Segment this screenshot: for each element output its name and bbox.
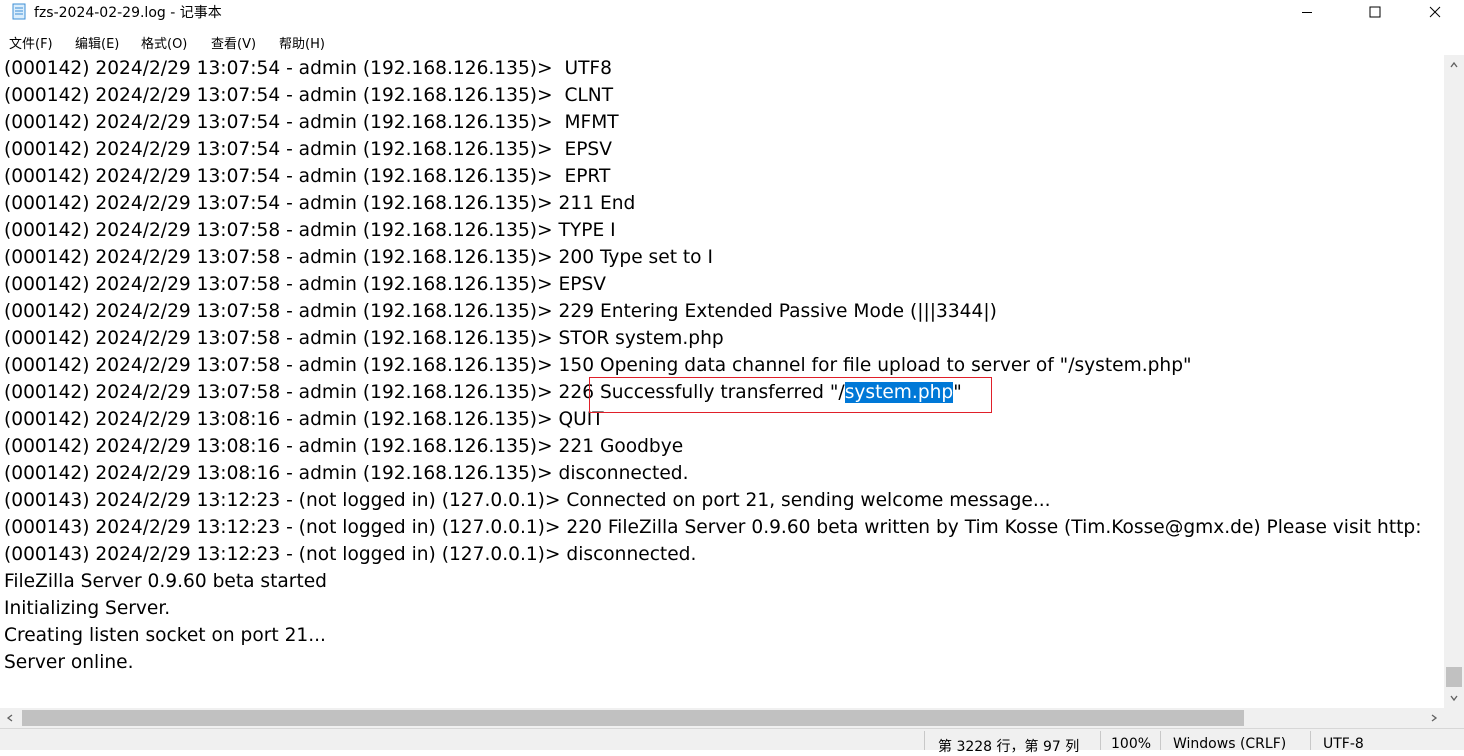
log-line: (000142) 2024/2/29 13:07:58 - admin (192…: [4, 220, 616, 241]
log-line: (000143) 2024/2/29 13:12:23 - (not logge…: [4, 517, 1422, 538]
text-editor[interactable]: (000142) 2024/2/29 13:07:54 - admin (192…: [0, 55, 1444, 708]
menu-help[interactable]: 帮助(H): [279, 33, 325, 52]
log-line: (000142) 2024/2/29 13:07:54 - admin (192…: [4, 85, 614, 106]
window-title: fzs-2024-02-29.log - 记事本: [34, 5, 222, 21]
log-line: (000142) 2024/2/29 13:07:54 - admin (192…: [4, 166, 611, 187]
chevron-down-icon: [1450, 695, 1458, 702]
log-line: (000142) 2024/2/29 13:07:58 - admin (192…: [4, 247, 713, 268]
status-separator: [1310, 731, 1311, 750]
close-icon: [1429, 6, 1441, 18]
log-line: (000142) 2024/2/29 13:07:54 - admin (192…: [4, 112, 619, 133]
log-line: (000142) 2024/2/29 13:07:58 - admin (192…: [4, 274, 607, 295]
log-line: (000142) 2024/2/29 13:07:54 - admin (192…: [4, 139, 612, 160]
annotation-highlight-box: [589, 377, 992, 413]
minimize-button[interactable]: [1284, 0, 1330, 24]
log-line: (000142) 2024/2/29 13:08:16 - admin (192…: [4, 409, 604, 430]
chevron-left-icon: [6, 714, 13, 722]
status-separator: [924, 731, 925, 750]
horizontal-scrollbar[interactable]: [0, 708, 1444, 728]
notepad-document-icon: [12, 3, 26, 20]
menu-file[interactable]: 文件(F): [9, 33, 53, 52]
log-line: Initializing Server.: [4, 598, 171, 619]
log-line: (000142) 2024/2/29 13:08:16 - admin (192…: [4, 463, 689, 484]
status-separator: [1100, 731, 1101, 750]
encoding: UTF-8: [1323, 736, 1364, 752]
close-button[interactable]: [1412, 0, 1458, 24]
maximize-button[interactable]: [1352, 0, 1398, 24]
scroll-up-button[interactable]: [1444, 55, 1464, 75]
status-separator: [1160, 731, 1161, 750]
log-line: (000143) 2024/2/29 13:12:23 - (not logge…: [4, 544, 697, 565]
minimize-icon: [1302, 12, 1312, 13]
cursor-position: 第 3228 行，第 97 列: [938, 739, 1080, 755]
log-line: (000142) 2024/2/29 13:07:58 - admin (192…: [4, 355, 1192, 376]
maximize-icon: [1369, 6, 1381, 18]
vertical-scrollbar[interactable]: [1444, 55, 1464, 708]
menu-view[interactable]: 查看(V): [211, 33, 256, 52]
menu-bar: 文件(F) 编辑(E) 格式(O) 查看(V) 帮助(H): [0, 30, 1464, 54]
log-line: FileZilla Server 0.9.60 beta started: [4, 571, 327, 592]
vertical-scroll-thumb[interactable]: [1446, 667, 1462, 687]
scroll-right-button[interactable]: [1424, 708, 1444, 728]
log-line: (000143) 2024/2/29 13:12:23 - (not logge…: [4, 490, 1051, 511]
horizontal-scroll-thumb[interactable]: [22, 710, 1244, 726]
zoom-level: 100%: [1111, 736, 1152, 752]
status-bar: 第 3228 行，第 97 列 100% Windows (CRLF) UTF-…: [0, 728, 1464, 755]
log-line: (000142) 2024/2/29 13:07:54 - admin (192…: [4, 193, 636, 214]
menu-format[interactable]: 格式(O): [141, 33, 187, 52]
scroll-left-button[interactable]: [0, 708, 20, 728]
chevron-right-icon: [1431, 714, 1438, 722]
line-ending: Windows (CRLF): [1173, 736, 1287, 752]
scroll-down-button[interactable]: [1444, 688, 1464, 708]
log-line: Server online.: [4, 652, 134, 673]
log-line: (000142) 2024/2/29 13:07:54 - admin (192…: [4, 58, 612, 79]
menu-edit[interactable]: 编辑(E): [75, 33, 119, 52]
log-line: (000142) 2024/2/29 13:08:16 - admin (192…: [4, 436, 684, 457]
scrollbar-corner: [1444, 708, 1464, 728]
log-line: (000142) 2024/2/29 13:07:58 - admin (192…: [4, 328, 724, 349]
title-bar: fzs-2024-02-29.log - 记事本: [0, 0, 1464, 24]
log-line: Creating listen socket on port 21...: [4, 625, 326, 646]
chevron-up-icon: [1450, 61, 1458, 68]
log-line: (000142) 2024/2/29 13:07:58 - admin (192…: [4, 301, 997, 322]
